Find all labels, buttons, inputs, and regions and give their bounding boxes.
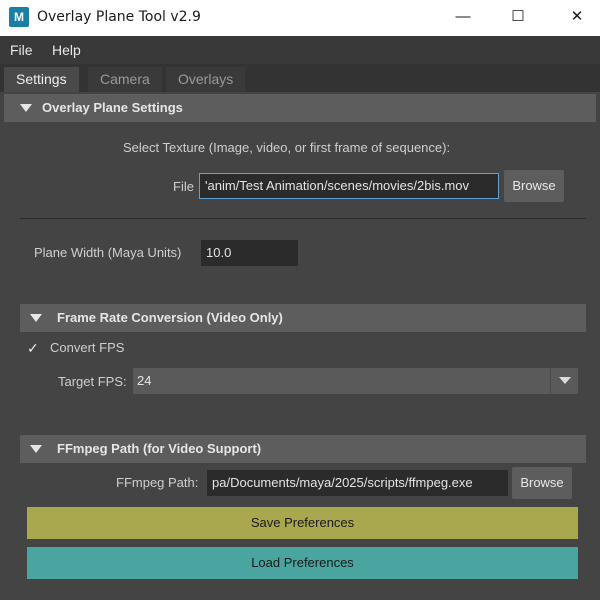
file-browse-button[interactable]: Browse bbox=[504, 170, 564, 202]
target-fps-dropdown[interactable]: 24 bbox=[133, 368, 578, 394]
file-path-input[interactable]: 'anim/Test Animation/scenes/movies/2bis.… bbox=[199, 173, 499, 199]
collapse-triangle-icon bbox=[30, 445, 42, 453]
select-texture-label: Select Texture (Image, video, or first f… bbox=[123, 140, 451, 155]
frame-rate-conversion-header[interactable]: Frame Rate Conversion (Video Only) bbox=[20, 304, 586, 332]
tab-settings[interactable]: Settings bbox=[4, 67, 79, 92]
target-fps-value: 24 bbox=[137, 373, 152, 388]
menu-file[interactable]: File bbox=[10, 40, 33, 60]
maximize-button[interactable]: ☐ bbox=[495, 0, 541, 36]
convert-fps-label: Convert FPS bbox=[50, 340, 125, 355]
collapse-triangle-icon bbox=[30, 314, 42, 322]
settings-panel: Overlay Plane Settings Select Texture (I… bbox=[0, 92, 600, 600]
window-title: Overlay Plane Tool v2.9 bbox=[37, 9, 201, 25]
ffmpeg-path-label: FFmpeg Path: bbox=[116, 475, 199, 490]
plane-width-label: Plane Width (Maya Units) bbox=[34, 245, 182, 260]
save-preferences-button[interactable]: Save Preferences bbox=[27, 507, 578, 539]
close-button[interactable]: ✕ bbox=[554, 0, 600, 36]
target-fps-label: Target FPS: bbox=[58, 374, 127, 389]
load-preferences-button[interactable]: Load Preferences bbox=[27, 547, 578, 579]
section-divider bbox=[20, 218, 586, 219]
convert-fps-checkbox[interactable]: ✓ bbox=[27, 341, 41, 355]
ffmpeg-path-input[interactable]: pa/Documents/maya/2025/scripts/ffmpeg.ex… bbox=[207, 470, 508, 496]
menu-help[interactable]: Help bbox=[52, 40, 81, 60]
tab-overlays[interactable]: Overlays bbox=[166, 67, 246, 92]
minimize-button[interactable]: — bbox=[440, 0, 486, 36]
maya-app-icon: M bbox=[9, 7, 29, 27]
tab-bar: Settings Camera Overlays bbox=[0, 64, 600, 92]
section-title: Overlay Plane Settings bbox=[42, 100, 183, 115]
section-title: Frame Rate Conversion (Video Only) bbox=[57, 310, 283, 325]
collapse-triangle-icon bbox=[20, 104, 32, 112]
plane-width-input[interactable]: 10.0 bbox=[201, 240, 298, 266]
dropdown-arrow-icon[interactable] bbox=[550, 368, 578, 394]
overlay-plane-settings-header[interactable]: Overlay Plane Settings bbox=[4, 94, 596, 122]
ffmpeg-browse-button[interactable]: Browse bbox=[512, 467, 572, 499]
title-bar: M Overlay Plane Tool v2.9 — ☐ ✕ bbox=[0, 0, 600, 36]
file-label: File bbox=[173, 179, 194, 194]
tab-camera[interactable]: Camera bbox=[88, 67, 162, 92]
section-title: FFmpeg Path (for Video Support) bbox=[57, 441, 262, 456]
menu-bar: File Help bbox=[0, 36, 600, 64]
ffmpeg-path-header[interactable]: FFmpeg Path (for Video Support) bbox=[20, 435, 586, 463]
